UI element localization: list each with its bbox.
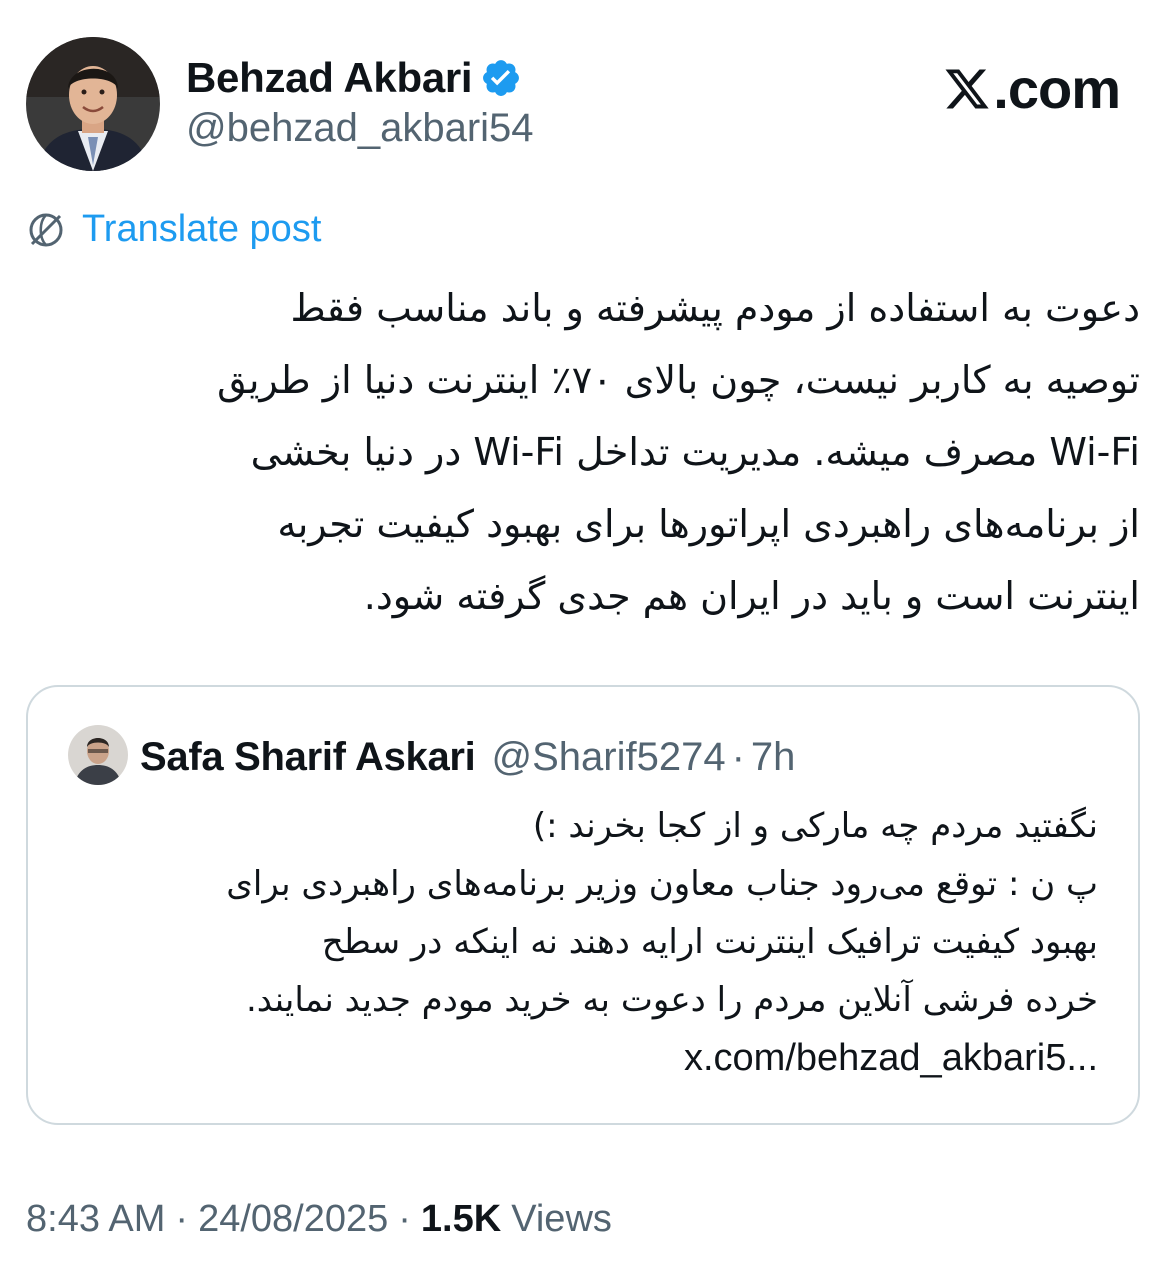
views-count[interactable]: 1.5K <box>421 1198 501 1241</box>
quoted-time[interactable]: 7h <box>751 735 796 780</box>
quoted-text-line: نگفتید مردم چه مارکی و از کجا بخرند :) <box>532 806 1098 846</box>
quoted-link[interactable]: x.com/behzad_akbari5... <box>684 1037 1098 1079</box>
post-date[interactable]: 24/08/2025 <box>198 1198 388 1241</box>
post-text-line: Wi-Fi مصرف میشه. مدیریت تداخل Wi-Fi در د… <box>250 430 1140 474</box>
globe-icon <box>26 210 66 250</box>
author-name[interactable]: Behzad Akbari <box>186 54 473 102</box>
quoted-header[interactable]: Safa Sharif Askari @Sharif5274 · 7h <box>140 731 795 783</box>
author-avatar[interactable] <box>26 37 160 171</box>
quoted-text-line: پ ن : توقع می‌رود جناب معاون وزیر برنامه… <box>226 864 1098 904</box>
quoted-author-handle[interactable]: @Sharif5274 <box>492 735 726 780</box>
quoted-post-text: نگفتید مردم چه مارکی و از کجا بخرند :) پ… <box>68 797 1098 1088</box>
verified-badge-icon <box>480 57 522 99</box>
views-label: Views <box>511 1198 612 1240</box>
meta-separator: · <box>398 1198 411 1240</box>
translate-post-button[interactable]: Translate post <box>26 208 321 251</box>
x-logo-icon <box>943 65 991 113</box>
quoted-post-card[interactable]: Safa Sharif Askari @Sharif5274 · 7h نگفت… <box>26 685 1140 1125</box>
post-text-line: از برنامه‌های راهبردی اپراتورها برای بهب… <box>277 502 1140 546</box>
translate-post-label[interactable]: Translate post <box>82 208 321 251</box>
author-handle[interactable]: @behzad_akbari54 <box>186 106 534 151</box>
quoted-text-line: خرده فرشی آنلاین مردم را دعوت به خرید مو… <box>246 980 1098 1020</box>
brand: .com <box>943 56 1121 121</box>
author-name-row[interactable]: Behzad Akbari <box>186 50 522 106</box>
quoted-separator: · <box>731 734 745 779</box>
post-meta: 8:43 AM · 24/08/2025 · 1.5K Views <box>26 1198 612 1241</box>
quoted-author-avatar[interactable] <box>68 725 128 785</box>
brand-text: .com <box>993 57 1121 120</box>
post-text-line: اینترنت است و باید در ایران هم جدی گرفته… <box>363 574 1140 618</box>
post-text: دعوت به استفاده از مودم پیشرفته و باند م… <box>26 272 1140 632</box>
quoted-text-line: بهبود کیفیت ترافیک اینترنت ارایه دهند نه… <box>321 922 1098 962</box>
post-text-line: توصیه به کاربر نیست، چون بالای ۷۰٪ اینتر… <box>217 358 1140 402</box>
quoted-author-name[interactable]: Safa Sharif Askari <box>140 735 476 780</box>
post-text-line: دعوت به استفاده از مودم پیشرفته و باند م… <box>290 286 1140 330</box>
meta-separator: · <box>175 1198 189 1240</box>
post-time[interactable]: 8:43 AM <box>26 1198 165 1241</box>
